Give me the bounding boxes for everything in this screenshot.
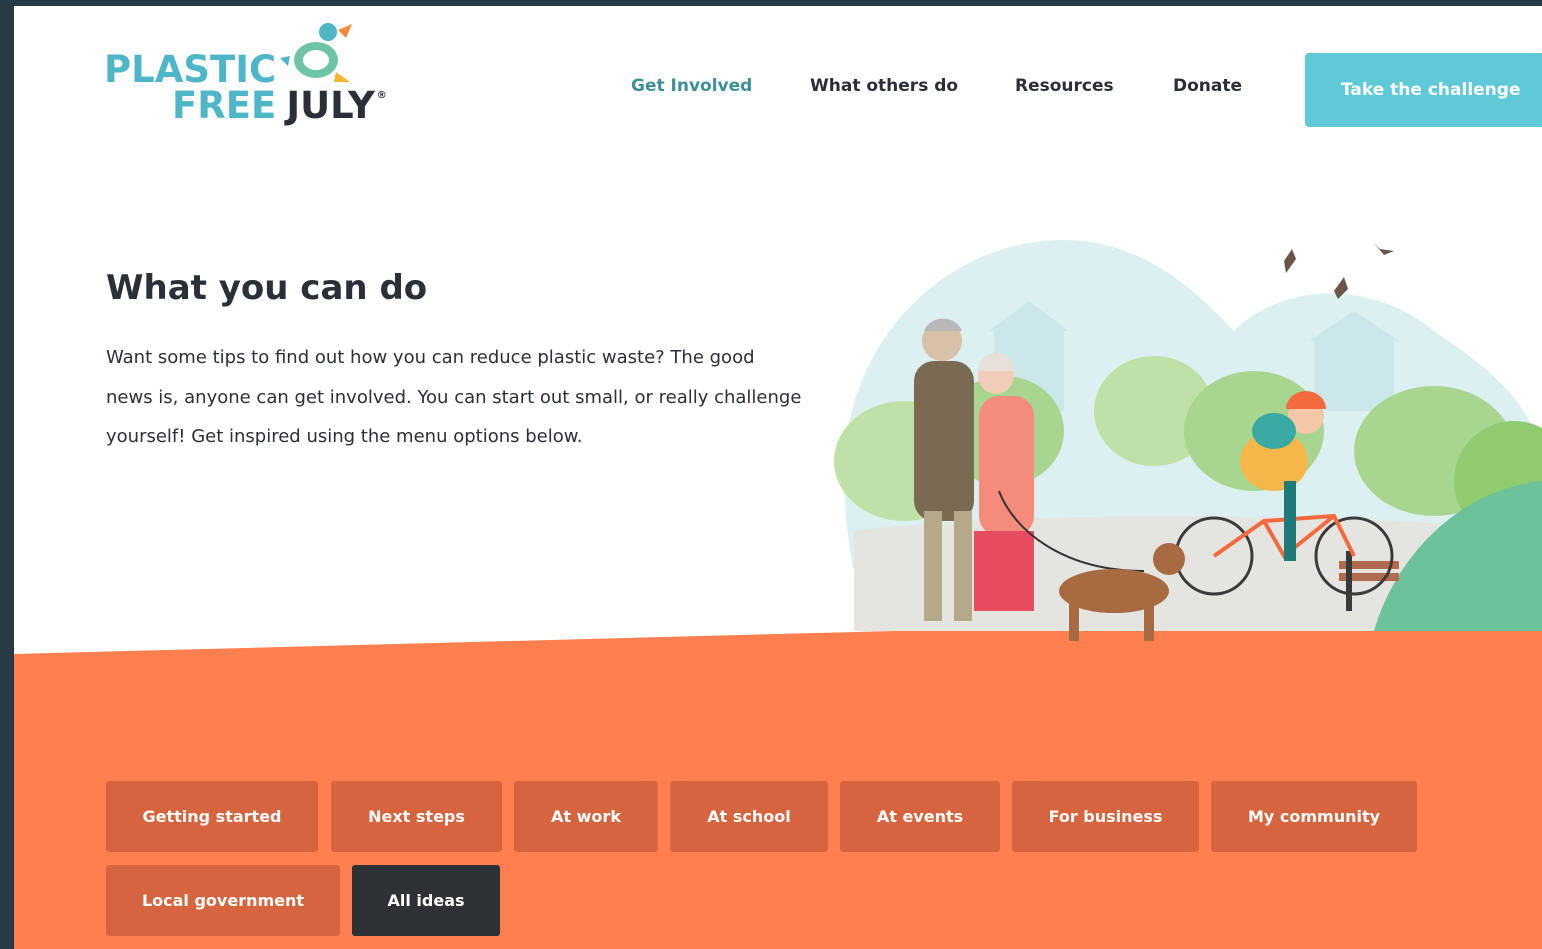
logo-line-free-july: FREE JULY ® — [172, 84, 387, 127]
nav-what-others-do[interactable]: What others do — [810, 76, 958, 96]
plastic-free-july-logo[interactable]: PLASTIC FREE JULY ® — [104, 18, 404, 128]
filter-next-steps-button[interactable]: Next steps — [331, 781, 502, 852]
filter-at-work-button[interactable]: At work — [514, 781, 658, 852]
nav-resources[interactable]: Resources — [1015, 76, 1114, 96]
take-the-challenge-button[interactable]: Take the challenge — [1305, 53, 1542, 127]
page: PLASTIC FREE JULY ® Get Involved What othe… — [14, 6, 1542, 949]
nav-donate[interactable]: Donate — [1173, 76, 1242, 96]
filter-at-events-button[interactable]: At events — [840, 781, 1000, 852]
logo-word-free: FREE — [172, 84, 277, 127]
nav-get-involved[interactable]: Get Involved — [631, 76, 752, 96]
logo-word-july: JULY — [286, 84, 375, 127]
hero-illustration — [834, 240, 1542, 641]
turtle-logo-icon — [280, 23, 352, 82]
filter-getting-started-button[interactable]: Getting started — [106, 781, 318, 852]
logo-registered-mark: ® — [376, 90, 387, 101]
hero-description: Want some tips to find out how you can r… — [106, 347, 802, 447]
filter-my-community-button[interactable]: My community — [1211, 781, 1417, 852]
filter-at-school-button[interactable]: At school — [670, 781, 828, 852]
filter-local-government-button[interactable]: Local government — [106, 865, 340, 936]
filter-for-business-button[interactable]: For business — [1012, 781, 1199, 852]
page-title: What you can do — [106, 268, 428, 308]
filter-all-ideas-button[interactable]: All ideas — [352, 865, 500, 936]
